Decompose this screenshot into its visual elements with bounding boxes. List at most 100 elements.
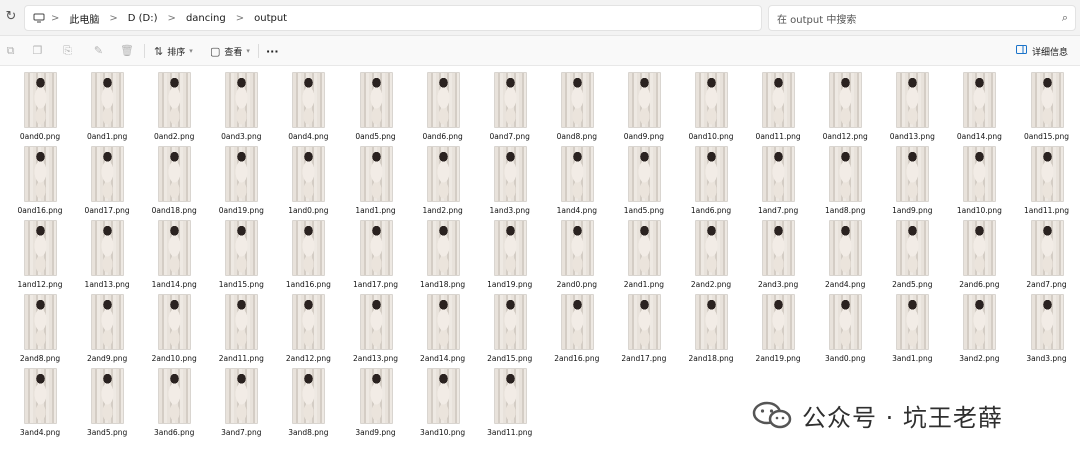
file-item[interactable]: 3and8.png [282,368,334,440]
breadcrumb-item-dancing[interactable]: dancing [182,13,230,24]
file-item[interactable]: 3and1.png [886,294,938,366]
file-item[interactable]: 1and0.png [282,146,334,218]
file-item[interactable]: 2and7.png [1021,220,1073,292]
file-item[interactable]: 2and6.png [953,220,1005,292]
file-item[interactable]: 1and3.png [484,146,536,218]
file-item[interactable]: 2and4.png [819,220,871,292]
delete-icon[interactable]: 🗑 [120,44,134,57]
search-input[interactable]: 在 output 中搜索 ⌕ [768,5,1076,31]
rename-icon[interactable]: ✎ [92,44,105,57]
search-icon[interactable]: ⌕ [1055,11,1075,25]
file-item[interactable]: 2and13.png [350,294,402,366]
file-item[interactable]: 2and0.png [551,220,603,292]
image-thumbnail [896,294,930,350]
file-item[interactable]: 0and10.png [685,72,737,144]
file-item[interactable]: 3and6.png [148,368,200,440]
file-item[interactable]: 2and10.png [148,294,200,366]
file-name: 3and6.png [154,428,195,437]
image-thumbnail [762,294,796,350]
file-item[interactable]: 1and19.png [484,220,536,292]
file-item[interactable]: 0and8.png [551,72,603,144]
file-item[interactable]: 1and6.png [685,146,737,218]
file-name: 2and1.png [623,280,665,289]
file-item[interactable]: 2and3.png [752,220,804,292]
file-item[interactable]: 3and7.png [215,368,267,440]
breadcrumb-item-output[interactable]: output [250,13,291,24]
file-item[interactable]: 2and15.png [484,294,536,366]
file-item[interactable]: 0and17.png [81,146,133,218]
file-item[interactable]: 1and5.png [618,146,670,218]
file-item[interactable]: 1and13.png [81,220,133,292]
file-item[interactable]: 0and2.png [148,72,200,144]
file-item[interactable]: 0and5.png [350,72,402,144]
details-button[interactable]: 详细信息 [1015,42,1068,60]
file-item[interactable]: 0and6.png [417,72,469,144]
file-item[interactable]: 0and13.png [886,72,938,144]
file-item[interactable]: 2and12.png [282,294,334,366]
computer-icon [33,13,45,23]
file-item[interactable]: 1and7.png [752,146,804,218]
refresh-icon[interactable]: ↻ [4,10,18,24]
file-item[interactable]: 3and5.png [81,368,133,440]
file-item[interactable]: 2and1.png [618,220,670,292]
file-item[interactable]: 3and0.png [819,294,871,366]
file-item[interactable]: 1and17.png [350,220,402,292]
file-item[interactable]: 0and12.png [819,72,871,144]
file-item[interactable]: 1and11.png [1021,146,1073,218]
file-item[interactable]: 0and4.png [282,72,334,144]
cut-icon[interactable]: ⧉ [4,44,17,57]
file-item[interactable]: 0and0.png [14,72,66,144]
file-item[interactable]: 1and15.png [215,220,267,292]
copy-icon[interactable]: ❐ [31,44,44,57]
file-item[interactable]: 2and11.png [215,294,267,366]
file-name: 0and6.png [422,132,463,141]
file-item[interactable]: 1and8.png [819,146,871,218]
file-item[interactable]: 1and9.png [886,146,938,218]
file-item[interactable]: 1and2.png [417,146,469,218]
file-item[interactable]: 3and9.png [350,368,402,440]
file-item[interactable]: 3and10.png [417,368,469,440]
file-item[interactable]: 2and5.png [886,220,938,292]
file-item[interactable]: 0and14.png [953,72,1005,144]
file-item[interactable]: 0and1.png [81,72,133,144]
file-item[interactable]: 2and17.png [618,294,670,366]
file-item[interactable]: 2and19.png [752,294,804,366]
file-item[interactable]: 0and15.png [1021,72,1073,144]
file-item[interactable]: 0and7.png [484,72,536,144]
file-item[interactable]: 2and14.png [417,294,469,366]
more-options-button[interactable]: ··· [266,42,279,60]
file-item[interactable]: 2and8.png [14,294,66,366]
file-item[interactable]: 0and19.png [215,146,267,218]
file-item[interactable]: 3and2.png [953,294,1005,366]
file-item[interactable]: 0and18.png [148,146,200,218]
file-item[interactable]: 3and11.png [484,368,536,440]
paste-icon[interactable]: ⎘ [61,44,74,57]
file-item[interactable]: 1and12.png [14,220,66,292]
breadcrumb[interactable]: > 此电脑 > D (D:) > dancing > output [24,5,762,31]
file-item[interactable]: 1and14.png [148,220,200,292]
file-item[interactable]: 0and3.png [215,72,267,144]
file-item[interactable]: 0and9.png [618,72,670,144]
file-item[interactable]: 3and3.png [1021,294,1073,366]
file-item[interactable]: 1and18.png [417,220,469,292]
file-name: 0and3.png [221,132,262,141]
file-item[interactable]: 2and2.png [685,220,737,292]
file-item[interactable]: 2and16.png [551,294,603,366]
file-item[interactable]: 1and4.png [551,146,603,218]
file-item[interactable]: 1and10.png [953,146,1005,218]
file-item[interactable]: 0and11.png [752,72,804,144]
file-item[interactable]: 2and9.png [81,294,133,366]
file-item[interactable]: 3and4.png [14,368,66,440]
file-name: 0and18.png [151,206,197,215]
file-name: 2and11.png [218,354,264,363]
file-item[interactable]: 1and1.png [350,146,402,218]
file-item[interactable]: 2and18.png [685,294,737,366]
sort-button[interactable]: ⇅ 排序 ▾ [154,42,193,60]
file-item[interactable]: 0and16.png [14,146,66,218]
file-name: 2and7.png [1026,280,1067,289]
breadcrumb-item-this-pc[interactable]: 此电脑 [65,11,103,26]
image-thumbnail [225,368,259,424]
file-item[interactable]: 1and16.png [282,220,334,292]
breadcrumb-item-drive-d[interactable]: D (D:) [124,13,162,24]
view-button[interactable]: ▢ 查看 ▾ [210,42,250,60]
